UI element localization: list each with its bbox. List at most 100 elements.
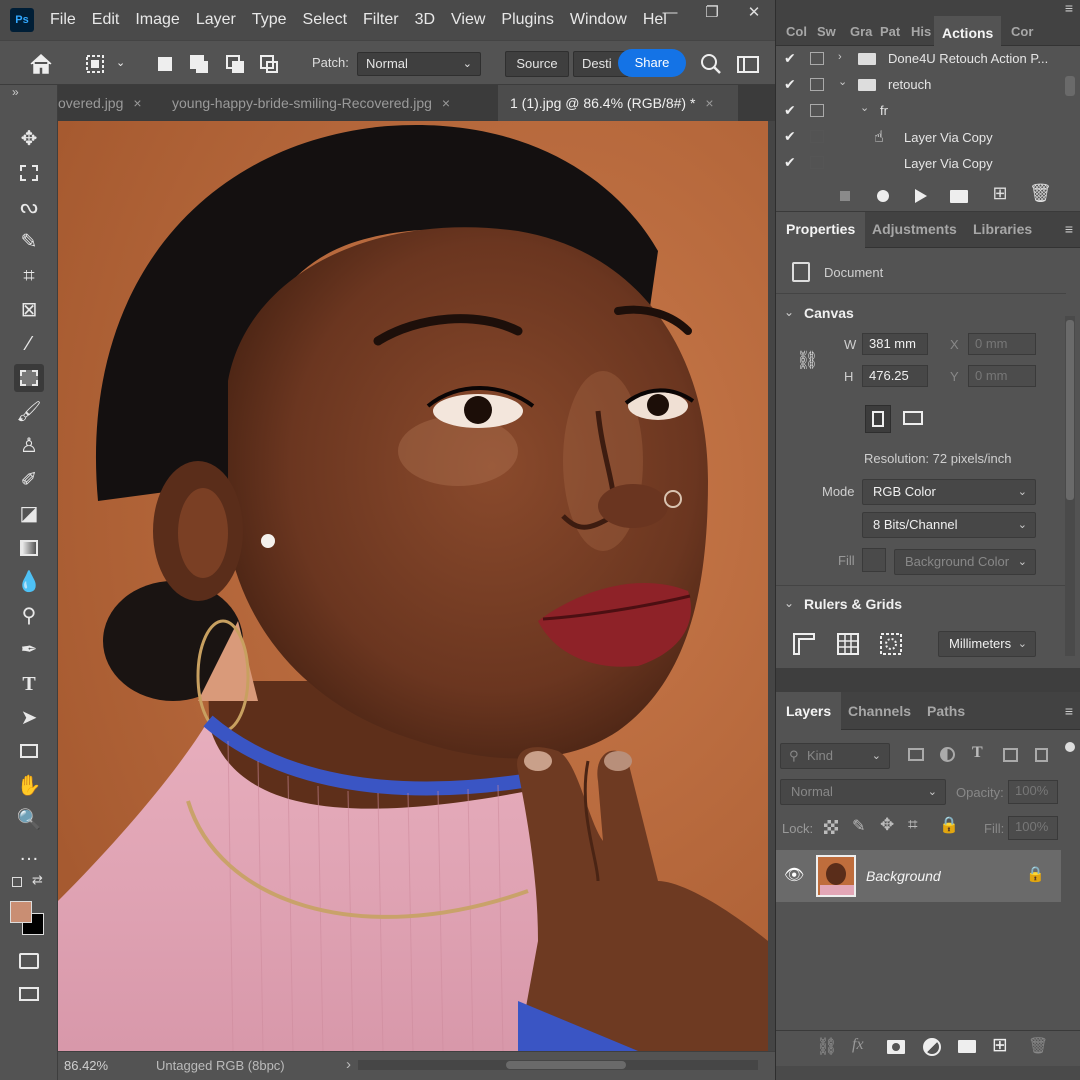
fx-icon[interactable]: fx [852,1036,864,1054]
action-row[interactable]: ✔ › Done4U Retouch Action P... [776,46,1071,72]
link-layers-icon[interactable]: ⛓ [816,1037,838,1057]
canvas-section-title[interactable]: Canvas [804,305,854,321]
properties-scrollbar[interactable] [1065,316,1075,656]
action-row[interactable]: ✔ ☝ Layer Via Copy [776,124,1071,150]
action-row[interactable]: ✔ Layer Via Copy [776,150,1071,176]
smart-object-filter-icon[interactable] [1035,748,1048,762]
close-icon[interactable]: × [705,95,713,111]
layer-fill-input[interactable]: 100% [1008,816,1058,840]
link-icon[interactable]: ⛓ [796,350,819,371]
lock-pixels-icon[interactable]: ✎ [852,816,865,836]
canvas-width-input[interactable]: 381 mm [862,333,928,355]
share-button[interactable]: Share [618,49,686,77]
dialog-toggle-icon[interactable] [810,156,824,169]
canvas-height-input[interactable]: 476.25 mr [862,365,928,387]
dialog-toggle-icon[interactable] [810,78,824,91]
move-tool-icon[interactable]: ✥ [14,125,44,153]
workspace-icon[interactable] [736,55,762,75]
type-layer-filter-icon[interactable]: T [972,744,983,762]
tab-comments[interactable]: Cor [1011,24,1033,39]
tab-adjustments[interactable]: Adjustments [872,221,957,237]
tab-gradients[interactable]: Gra [850,24,872,39]
close-icon[interactable]: × [442,95,450,111]
new-layer-icon[interactable]: ⊞ [992,1034,1008,1057]
quick-selection-tool-icon[interactable]: ✎ [14,228,44,256]
delete-layer-icon[interactable]: 🗑 [1028,1036,1048,1056]
adjustment-layer-icon[interactable] [923,1038,941,1056]
chevron-down-icon[interactable]: ⌄ [784,305,794,319]
dialog-toggle-icon[interactable] [810,130,824,143]
check-icon[interactable]: ✔ [784,76,796,93]
eraser-tool-icon[interactable]: ◪ [14,500,44,528]
guides-icon[interactable] [879,632,903,656]
check-icon[interactable]: ✔ [784,128,796,145]
horizontal-scrollbar[interactable] [358,1060,758,1070]
lasso-tool-icon[interactable]: ᔓ [14,193,44,221]
pixel-layer-filter-icon[interactable] [908,748,924,761]
action-row[interactable]: ✔ ⌄ retouch [776,72,1071,98]
home-icon[interactable] [28,53,54,75]
frame-tool-icon[interactable]: ⊠ [14,296,44,324]
tab-document-3[interactable]: 1 (1).jpg @ 86.4% (RGB/8#) * × [498,85,738,121]
layer-row-background[interactable]: 👁 Background 🔒 [776,850,1061,902]
scroll-thumb[interactable] [506,1061,626,1069]
dialog-toggle-icon[interactable] [810,104,824,117]
minimize-button[interactable]: — [649,0,691,30]
foreground-color-swatch[interactable] [10,901,32,923]
crop-tool-icon[interactable]: ⌗ [14,262,44,290]
rectangle-tool-icon[interactable] [14,738,44,766]
menu-3d[interactable]: 3D [407,11,443,29]
filter-toggle-icon[interactable] [1065,742,1075,752]
check-icon[interactable]: ✔ [784,154,796,171]
tab-document-1[interactable]: overed.jpg × [58,85,158,121]
tab-color[interactable]: Col [786,24,807,39]
fill-select[interactable]: Background Color ⌄ [894,549,1036,575]
menu-plugins[interactable]: Plugins [493,11,561,29]
status-menu-arrow[interactable]: › [346,1056,351,1073]
quick-mask-icon[interactable] [14,947,44,975]
lock-transparent-icon[interactable] [824,820,838,834]
tab-swatches[interactable]: Sw [817,24,836,39]
more-tools-icon[interactable]: … [14,840,44,868]
marquee-tool-icon[interactable] [14,160,44,188]
actions-scroll-thumb[interactable] [1065,76,1075,96]
vertical-scrollbar[interactable] [768,121,775,1051]
brush-tool-icon[interactable]: 🖌 [14,398,44,426]
patch-tool-icon[interactable] [84,53,108,75]
lock-artboard-icon[interactable]: ⌗ [908,815,918,835]
screen-mode-icon[interactable] [14,981,44,1009]
tab-document-2[interactable]: young-happy-bride-smiling-Recovered.jpg × [172,85,502,121]
play-icon[interactable] [914,188,928,204]
chevron-down-icon[interactable]: ⌄ [860,101,869,114]
collapse-icon[interactable]: » [12,85,19,99]
new-set-folder-icon[interactable] [950,190,968,203]
tab-paths[interactable]: Paths [927,703,965,719]
units-select[interactable]: Millimeters ⌄ [938,631,1036,657]
blur-tool-icon[interactable]: 💧 [14,568,44,596]
tab-properties[interactable]: Properties [776,212,866,248]
fill-color-swatch[interactable] [862,548,886,572]
adjustment-layer-filter-icon[interactable] [940,747,955,762]
eyedropper-tool-icon[interactable]: ⁄ [14,330,44,358]
panel-menu-icon[interactable]: ≡ [1065,221,1073,237]
opacity-input[interactable]: 100% [1008,780,1058,804]
dialog-toggle-icon[interactable] [810,52,824,65]
rulers-grids-section-title[interactable]: Rulers & Grids [804,596,902,612]
patch-mode-select[interactable]: Normal ⌄ [357,52,481,76]
zoom-level[interactable]: 86.42% [64,1058,108,1073]
tab-channels[interactable]: Channels [848,703,911,719]
properties-scroll-thumb[interactable] [1066,320,1074,500]
eye-visibility-icon[interactable]: 👁 [784,865,804,885]
layer-mask-icon[interactable] [887,1040,905,1054]
new-selection-icon[interactable] [158,57,172,71]
clone-stamp-tool-icon[interactable]: ♙ [14,432,44,460]
layer-name[interactable]: Background [866,868,941,884]
close-button[interactable]: ✕ [733,0,775,30]
landscape-orientation-icon[interactable] [900,407,926,431]
check-icon[interactable]: ✔ [784,102,796,119]
lock-position-icon[interactable]: ✥ [880,815,894,835]
gradient-tool-icon[interactable] [14,534,44,562]
delete-icon[interactable]: 🗑 [1029,183,1052,204]
check-icon[interactable]: ✔ [784,50,796,67]
stop-icon[interactable] [840,191,850,201]
